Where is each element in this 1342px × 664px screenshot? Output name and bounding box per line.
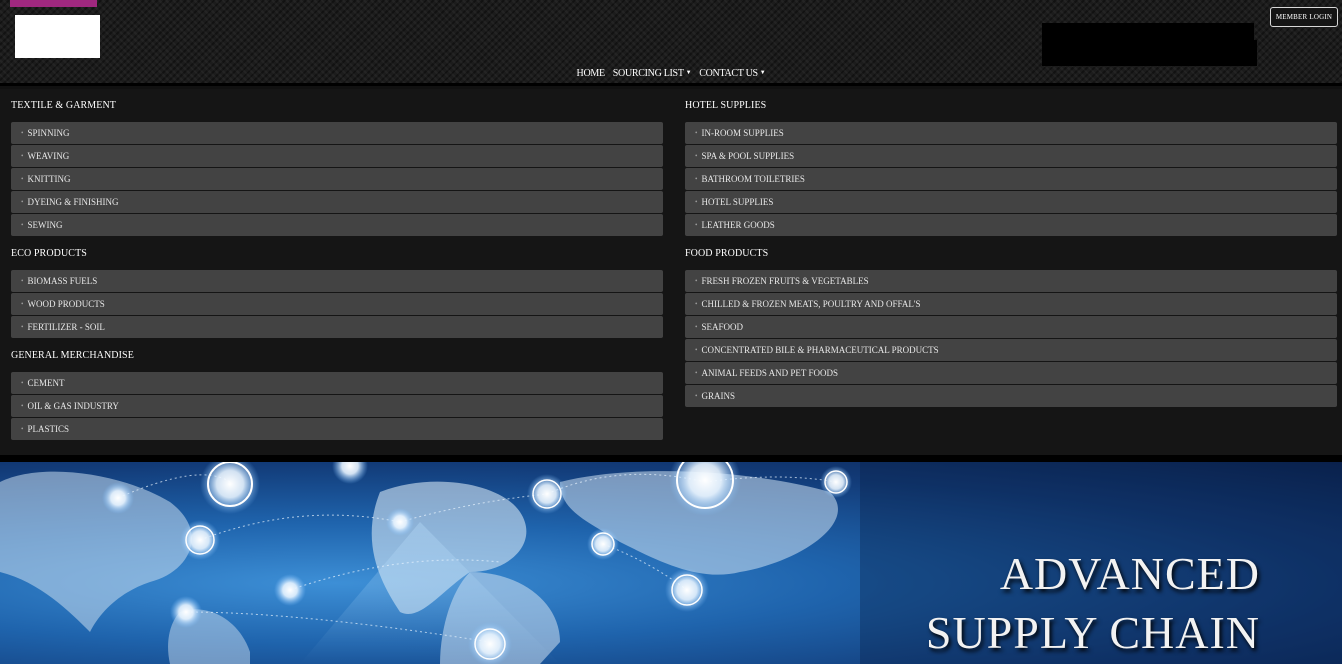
category-title-food-products[interactable]: FOOD PRODUCTS xyxy=(685,237,1337,270)
bullet-icon: • xyxy=(21,129,24,137)
menu-item-label: PLASTICS xyxy=(27,424,69,434)
bullet-icon: • xyxy=(695,277,698,285)
menu-item-label: OIL & GAS INDUSTRY xyxy=(27,401,119,411)
menu-item-label: CONCENTRATED BILE & PHARMACEUTICAL PRODU… xyxy=(701,345,939,355)
hero-title-line1: ADVANCED xyxy=(999,548,1260,599)
menu-item-label: HOTEL SUPPLIES xyxy=(701,197,774,207)
menu-column-left: TEXTILE & GARMENT • SPINNING • WEAVING • KNITT… xyxy=(11,89,663,441)
menu-item-label: SEWING xyxy=(27,220,63,230)
bullet-icon: • xyxy=(695,129,698,137)
menu-item-bathroom-toiletries[interactable]: • BATHROOM TOILETRIES xyxy=(685,168,1337,190)
menu-item-label: WOOD PRODUCTS xyxy=(27,299,105,309)
main-nav: HOME SOURCING LIST ▼ CONTACT US ▼ xyxy=(0,67,1342,81)
accent-bar xyxy=(10,0,97,7)
divider xyxy=(0,455,1342,462)
menu-item-animal-feeds-and-pet-foods[interactable]: • ANIMAL FEEDS AND PET FOODS xyxy=(685,362,1337,384)
member-login-button[interactable]: MEMBER LOGIN xyxy=(1270,7,1338,27)
menu-item-wood-products[interactable]: • WOOD PRODUCTS xyxy=(11,293,663,315)
menu-item-label: ANIMAL FEEDS AND PET FOODS xyxy=(701,368,838,378)
menu-column-right: HOTEL SUPPLIES • IN-ROOM SUPPLIES • SPA & PO… xyxy=(685,89,1337,408)
bullet-icon: • xyxy=(21,402,24,410)
bullet-icon: • xyxy=(695,221,698,229)
menu-item-fertilizer-soil[interactable]: • FERTILIZER - SOIL xyxy=(11,316,663,338)
menu-item-grains[interactable]: • GRAINS xyxy=(685,385,1337,407)
redacted-block xyxy=(1042,40,1257,66)
nav-sourcing-list-label: SOURCING LIST xyxy=(612,68,684,79)
sourcing-mega-menu: TEXTILE & GARMENT • SPINNING • WEAVING • KNITT… xyxy=(0,89,1342,455)
menu-item-plastics[interactable]: • PLASTICS xyxy=(11,418,663,440)
category-title-textile-and-garment[interactable]: TEXTILE & GARMENT xyxy=(11,89,663,122)
caret-down-icon: ▼ xyxy=(685,70,692,76)
bullet-icon: • xyxy=(21,323,24,331)
nav-contact-us[interactable]: CONTACT US ▼ xyxy=(695,67,769,81)
bullet-icon: • xyxy=(21,300,24,308)
nav-home[interactable]: HOME xyxy=(573,67,609,81)
menu-item-label: CHILLED & FROZEN MEATS, POULTRY AND OFFA… xyxy=(701,299,921,309)
nav-home-label: HOME xyxy=(576,68,606,79)
bullet-icon: • xyxy=(21,425,24,433)
bullet-icon: • xyxy=(21,175,24,183)
menu-item-label: CEMENT xyxy=(27,378,65,388)
bullet-icon: • xyxy=(695,198,698,206)
menu-item-hotel-supplies[interactable]: • HOTEL SUPPLIES xyxy=(685,191,1337,213)
menu-item-label: IN-ROOM SUPPLIES xyxy=(701,128,784,138)
bullet-icon: • xyxy=(695,152,698,160)
menu-item-label: BATHROOM TOILETRIES xyxy=(701,174,805,184)
bullet-icon: • xyxy=(695,392,698,400)
menu-item-seafood[interactable]: • SEAFOOD xyxy=(685,316,1337,338)
menu-item-label: BIOMASS FUELS xyxy=(27,276,98,286)
menu-item-label: FERTILIZER - SOIL xyxy=(27,322,105,332)
hero-banner: ADVANCED SUPPLY CHAIN xyxy=(0,462,1342,664)
menu-item-label: DYEING & FINISHING xyxy=(27,197,119,207)
bullet-icon: • xyxy=(21,198,24,206)
nav-sourcing-list[interactable]: SOURCING LIST ▼ xyxy=(609,67,695,81)
bullet-icon: • xyxy=(21,221,24,229)
menu-item-in-room-supplies[interactable]: • IN-ROOM SUPPLIES xyxy=(685,122,1337,144)
bullet-icon: • xyxy=(695,369,698,377)
bullet-icon: • xyxy=(695,346,698,354)
menu-item-label: WEAVING xyxy=(27,151,70,161)
menu-item-oil-and-gas-industry[interactable]: • OIL & GAS INDUSTRY xyxy=(11,395,663,417)
bullet-icon: • xyxy=(21,379,24,387)
category-title-hotel-supplies[interactable]: HOTEL SUPPLIES xyxy=(685,89,1337,122)
category-title-eco-products[interactable]: ECO PRODUCTS xyxy=(11,237,663,270)
menu-item-weaving[interactable]: • WEAVING xyxy=(11,145,663,167)
menu-item-label: SPA & POOL SUPPLIES xyxy=(701,151,795,161)
menu-item-label: KNITTING xyxy=(27,174,71,184)
nav-contact-us-label: CONTACT US xyxy=(699,68,758,79)
menu-item-knitting[interactable]: • KNITTING xyxy=(11,168,663,190)
menu-item-leather-goods[interactable]: • LEATHER GOODS xyxy=(685,214,1337,236)
menu-item-cement[interactable]: • CEMENT xyxy=(11,372,663,394)
bullet-icon: • xyxy=(695,175,698,183)
menu-item-chilled-and-frozen-meats-poultry-and-offal-s[interactable]: • CHILLED & FROZEN MEATS, POULTRY AND OFF… xyxy=(685,293,1337,315)
menu-item-fresh-frozen-fruits-and-vegetables[interactable]: • FRESH FROZEN FRUITS & VEGETABLES xyxy=(685,270,1337,292)
bullet-icon: • xyxy=(695,323,698,331)
bullet-icon: • xyxy=(21,152,24,160)
caret-down-icon: ▼ xyxy=(759,70,766,76)
site-header: MEMBER LOGIN HOME SOURCING LIST ▼ CONTACT… xyxy=(0,0,1342,86)
menu-item-biomass-fuels[interactable]: • BIOMASS FUELS xyxy=(11,270,663,292)
menu-item-spinning[interactable]: • SPINNING xyxy=(11,122,663,144)
menu-item-label: SPINNING xyxy=(27,128,70,138)
bullet-icon: • xyxy=(21,277,24,285)
menu-item-label: FRESH FROZEN FRUITS & VEGETABLES xyxy=(701,276,869,286)
hero-title-line2: SUPPLY CHAIN xyxy=(925,607,1260,658)
menu-item-concentrated-bile-and-pharmaceutical-products[interactable]: • CONCENTRATED BILE & PHARMACEUTICAL PROD… xyxy=(685,339,1337,361)
category-title-general-merchandise[interactable]: GENERAL MERCHANDISE xyxy=(11,339,663,372)
bullet-icon: • xyxy=(695,300,698,308)
menu-item-label: SEAFOOD xyxy=(701,322,743,332)
menu-item-dyeing-and-finishing[interactable]: • DYEING & FINISHING xyxy=(11,191,663,213)
menu-item-label: GRAINS xyxy=(701,391,735,401)
site-logo[interactable] xyxy=(15,15,100,58)
menu-item-spa-and-pool-supplies[interactable]: • SPA & POOL SUPPLIES xyxy=(685,145,1337,167)
menu-item-label: LEATHER GOODS xyxy=(701,220,775,230)
menu-item-sewing[interactable]: • SEWING xyxy=(11,214,663,236)
